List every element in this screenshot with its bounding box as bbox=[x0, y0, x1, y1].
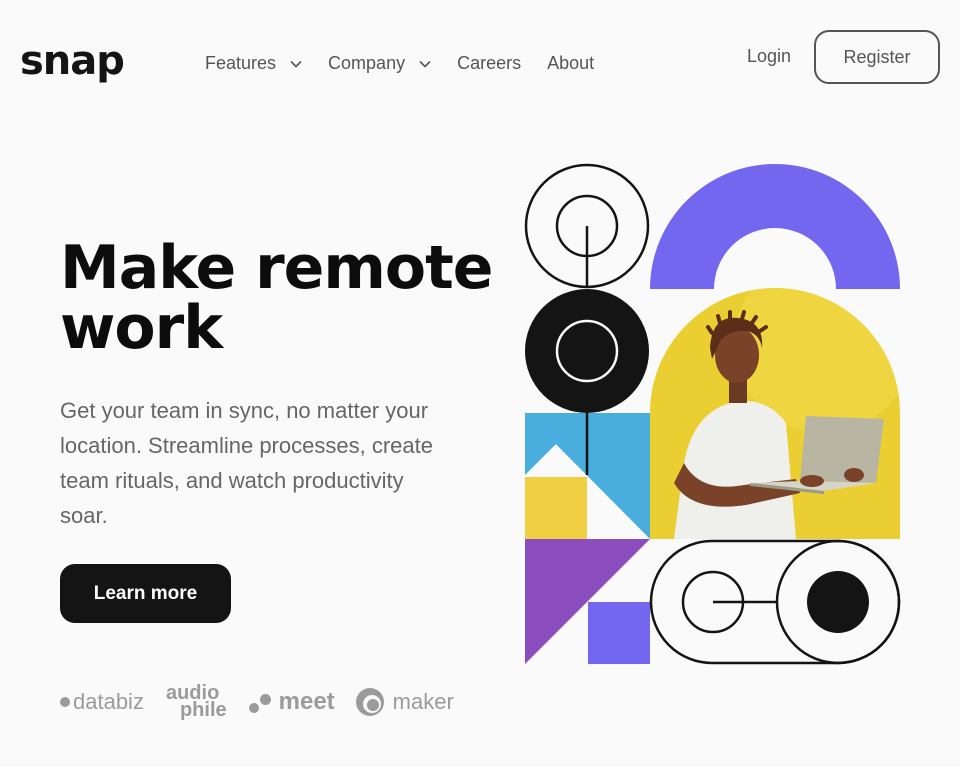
maker-circle-icon bbox=[355, 688, 384, 716]
audiophile-logo: audio phile bbox=[166, 683, 227, 721]
meet-label: meet bbox=[278, 688, 335, 715]
yellow-square-shape bbox=[525, 477, 587, 539]
chevron-down-icon bbox=[290, 60, 302, 68]
nav-item-company[interactable]: Company bbox=[328, 53, 431, 74]
black-circle-shape bbox=[525, 289, 649, 413]
hero-description: Get your team in sync, no matter your lo… bbox=[60, 398, 433, 528]
purple-arch-shape bbox=[650, 164, 900, 289]
audiophile-label-bottom: phile bbox=[179, 699, 227, 721]
chevron-down-icon bbox=[419, 60, 431, 68]
person-with-laptop-image bbox=[650, 288, 900, 539]
nav-item-label: Careers bbox=[457, 53, 522, 73]
hero-illustration bbox=[524, 163, 901, 665]
maker-logo: maker bbox=[355, 687, 454, 717]
hero-title: Make remote work bbox=[60, 238, 500, 358]
maker-label: maker bbox=[392, 689, 454, 714]
databiz-logo: databiz bbox=[60, 689, 144, 715]
nav-item-careers[interactable]: Careers bbox=[457, 53, 521, 74]
register-button[interactable]: Register bbox=[814, 30, 940, 84]
hero-title-line2: work bbox=[60, 293, 223, 363]
nav-item-label: About bbox=[547, 53, 595, 73]
nav-item-about[interactable]: About bbox=[547, 53, 594, 74]
databiz-dot-icon bbox=[60, 697, 70, 707]
main-nav: Features Company Careers About bbox=[205, 53, 594, 74]
learn-more-button[interactable]: Learn more bbox=[60, 564, 231, 623]
nav-item-label: Features bbox=[205, 53, 277, 73]
brand-logo[interactable]: snap bbox=[20, 38, 125, 84]
databiz-label: databiz bbox=[73, 689, 144, 714]
meet-logo: meet bbox=[248, 688, 335, 716]
client-logos: databiz audio phile meet maker bbox=[60, 682, 454, 722]
nav-item-label: Company bbox=[328, 53, 406, 73]
black-dot-shape bbox=[807, 571, 869, 633]
meet-dots-icon bbox=[248, 690, 273, 714]
login-link[interactable]: Login bbox=[747, 46, 791, 67]
purple-square-shape bbox=[588, 602, 650, 664]
nav-item-features[interactable]: Features bbox=[205, 53, 302, 74]
